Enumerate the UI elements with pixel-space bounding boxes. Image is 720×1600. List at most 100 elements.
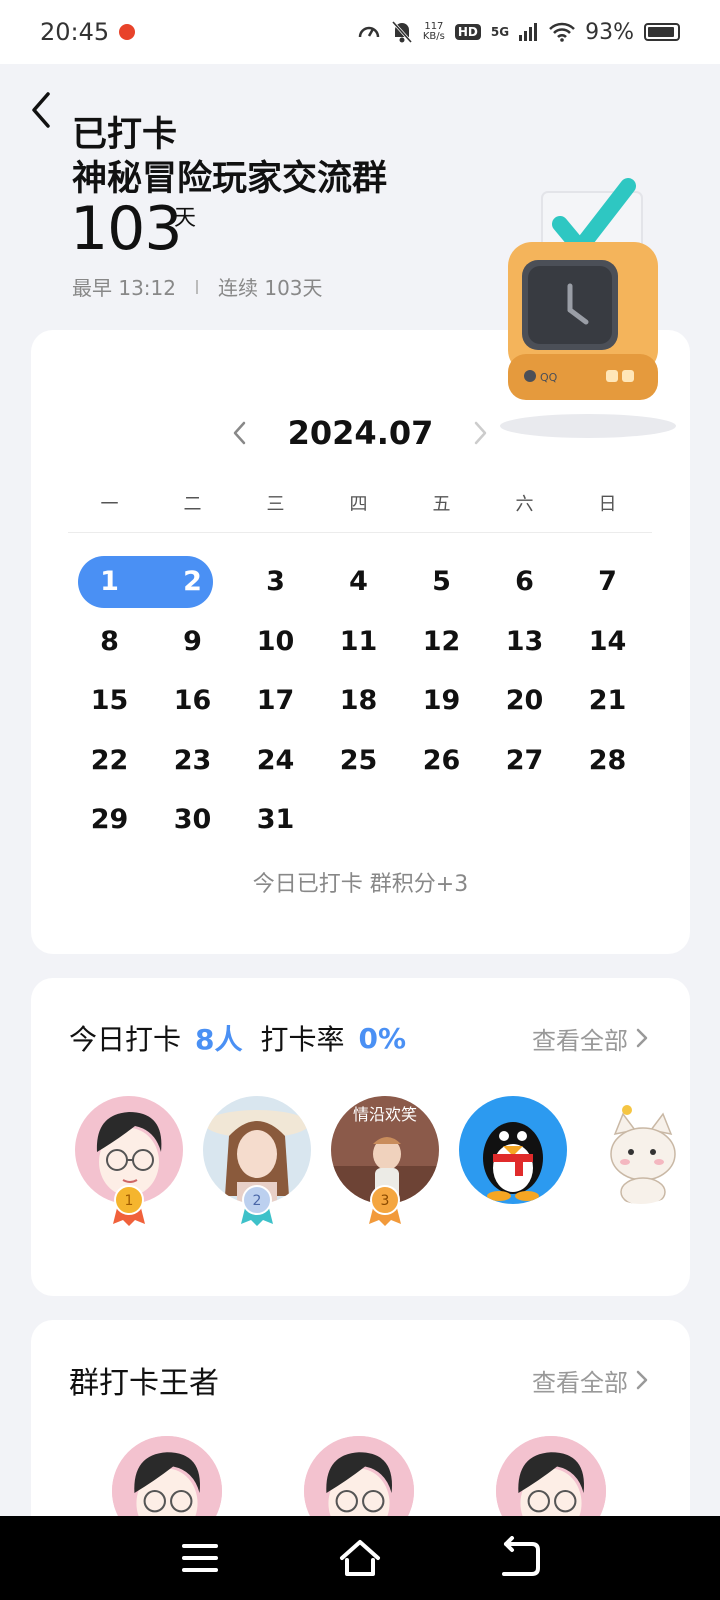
rank-1-medal-icon: 1 <box>113 1185 145 1226</box>
mute-bell-icon <box>391 20 412 44</box>
penguin-avatar-image <box>459 1096 567 1204</box>
calendar-day[interactable]: 11 <box>317 612 400 672</box>
wifi-icon <box>549 22 575 42</box>
system-nav-bar <box>0 1516 720 1600</box>
status-time: 20:45 <box>40 18 110 46</box>
calendar-day[interactable]: 29 <box>68 790 151 850</box>
today-checkin-header: 今日打卡 8人 打卡率 0% 查看全部 <box>69 1018 650 1058</box>
calendar-day[interactable]: 6 <box>483 552 566 612</box>
calendar-day[interactable]: 7 <box>566 552 649 612</box>
rank-2-medal-icon: 2 <box>241 1185 273 1226</box>
kings-header: 群打卡王者 查看全部 <box>69 1360 650 1401</box>
calendar-day[interactable]: 12 <box>400 612 483 672</box>
menu-icon[interactable] <box>178 1536 222 1580</box>
calendar-day[interactable]: 9 <box>151 612 234 672</box>
network-type: 5G <box>490 25 510 39</box>
calendar-day[interactable]: 14 <box>566 612 649 672</box>
calendar-day[interactable]: 8 <box>68 612 151 672</box>
weekday-header: 一二三四五六日 <box>68 490 652 516</box>
home-icon[interactable] <box>338 1536 382 1580</box>
view-all-kings-button[interactable]: 查看全部 <box>532 1363 650 1398</box>
calendar-day[interactable]: 20 <box>483 671 566 731</box>
weekday-label: 六 <box>515 494 534 515</box>
avatar-overlay-text: 情沿欢笑 <box>353 1105 417 1124</box>
back-button[interactable] <box>22 86 62 134</box>
weekday-label: 一 <box>100 494 119 515</box>
weekday-label: 四 <box>349 494 368 515</box>
calendar-day[interactable]: 26 <box>400 731 483 791</box>
checkin-kings-card: 群打卡王者 查看全部 <box>31 1320 690 1516</box>
chevron-left-icon <box>32 92 50 128</box>
signal-icon <box>519 23 538 41</box>
calendar-day[interactable]: 27 <box>483 731 566 791</box>
checkin-avatar-list: 情沿欢笑 1 2 3 <box>75 1096 690 1236</box>
checkin-days-count: 103 <box>70 194 183 264</box>
calendar-day[interactable]: 10 <box>234 612 317 672</box>
today-checkin-label: 今日打卡 <box>69 1023 182 1056</box>
calendar-day-checked[interactable]: 2 <box>151 552 234 612</box>
checkin-rate-label: 打卡率 <box>260 1023 345 1056</box>
today-checkin-card: 今日打卡 8人 打卡率 0% 查看全部 情沿欢笑 1 2 3 <box>31 978 690 1296</box>
calendar-day[interactable]: 4 <box>317 552 400 612</box>
calendar-day[interactable]: 31 <box>234 790 317 850</box>
today-checkin-count: 8人 <box>195 1023 243 1056</box>
view-all-checkins-button[interactable]: 查看全部 <box>532 1021 650 1056</box>
calendar-day[interactable]: 16 <box>151 671 234 731</box>
speedometer-icon <box>358 26 380 38</box>
calendar-day-checked[interactable]: 1 <box>68 552 151 612</box>
weekday-label: 五 <box>432 494 451 515</box>
svg-text:QQ: QQ <box>540 371 558 384</box>
rank-1-label: 1 <box>125 1193 134 1209</box>
calendar-day[interactable]: 30 <box>151 790 234 850</box>
calendar-day[interactable]: 19 <box>400 671 483 731</box>
calendar-day[interactable]: 28 <box>566 731 649 791</box>
checkin-days-unit: 天 <box>174 206 197 231</box>
calendar-day[interactable]: 17 <box>234 671 317 731</box>
weekday-label: 日 <box>598 494 617 515</box>
checkin-rate-value: 0% <box>358 1021 407 1055</box>
status-bar: 20:45 117 KB/s HD 5G 93% <box>0 0 720 64</box>
meta-divider <box>196 279 198 294</box>
cartoon-boy-avatar-image <box>304 1436 414 1516</box>
kings-title: 群打卡王者 <box>69 1366 219 1401</box>
calendar-days-grid: 1 2 3 4 5 6 7 8 9 10 11 12 13 14 15 16 17 18 19 20 21 22 23 24 2… <box>68 552 652 850</box>
earliest-time: 最早 13:12 <box>72 276 176 300</box>
rank-3-medal-icon: 3 <box>369 1185 401 1226</box>
weekday-label: 三 <box>266 494 285 515</box>
calendar-day[interactable]: 24 <box>234 731 317 791</box>
king-avatar[interactable] <box>112 1436 222 1516</box>
chevron-right-icon <box>636 1028 648 1048</box>
checkin-meta: 最早 13:12 连续 103天 <box>72 272 323 301</box>
net-speed: 117 KB/s <box>422 21 445 42</box>
calendar-day[interactable]: 23 <box>151 731 234 791</box>
view-all-label: 查看全部 <box>532 1368 628 1397</box>
weekday-label: 二 <box>183 494 202 515</box>
king-avatar[interactable] <box>496 1436 606 1516</box>
calendar-day[interactable]: 22 <box>68 731 151 791</box>
streak-days: 连续 103天 <box>218 276 323 300</box>
notification-app-icon <box>119 24 136 40</box>
king-avatar[interactable] <box>304 1436 414 1516</box>
calendar-day[interactable]: 25 <box>317 731 400 791</box>
calendar-day[interactable]: 18 <box>317 671 400 731</box>
calendar-day[interactable]: 5 <box>400 552 483 612</box>
chevron-right-icon <box>636 1370 648 1390</box>
cartoon-boy-avatar-image <box>112 1436 222 1516</box>
today-checkin-note: 今日已打卡 群积分+3 <box>252 872 469 897</box>
checkin-page: 已打卡 神秘冒险玩家交流群 103 天 最早 13:12 连续 103天 202… <box>0 64 720 1516</box>
back-nav-icon[interactable] <box>498 1536 542 1580</box>
member-avatar[interactable] <box>459 1096 567 1204</box>
hd-badge: HD <box>454 24 481 40</box>
calendar-divider <box>68 532 652 533</box>
member-avatar[interactable] <box>587 1096 690 1204</box>
status-icons: 117 KB/s HD 5G 93% <box>357 20 680 45</box>
battery-icon <box>644 23 680 41</box>
rank-2-label: 2 <box>253 1193 262 1209</box>
calendar-day[interactable]: 21 <box>566 671 649 731</box>
view-all-label: 查看全部 <box>532 1026 628 1055</box>
calendar-day[interactable]: 13 <box>483 612 566 672</box>
cartoon-boy-avatar-image <box>496 1436 606 1516</box>
calendar-day[interactable]: 3 <box>234 552 317 612</box>
checkin-machine-illustration: QQ <box>500 178 676 438</box>
calendar-day[interactable]: 15 <box>68 671 151 731</box>
